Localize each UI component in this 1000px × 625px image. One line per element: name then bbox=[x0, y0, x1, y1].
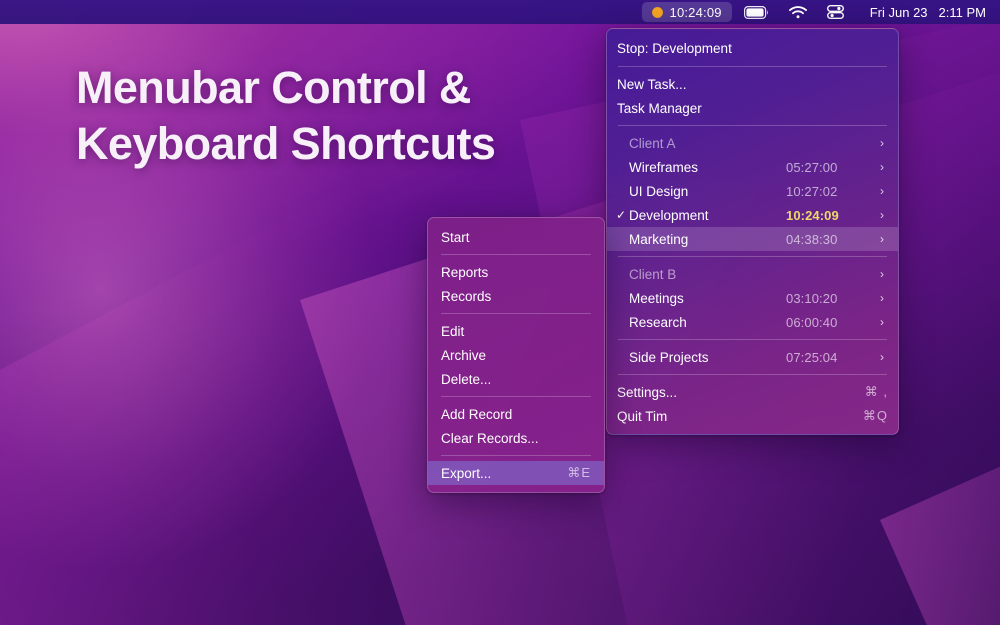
menu-item-label: Stop: Development bbox=[617, 40, 732, 56]
chevron-right-icon: › bbox=[880, 208, 884, 222]
menu-item-task-research[interactable]: Research 06:00:40 › bbox=[607, 310, 898, 334]
page-title: Menubar Control & Keyboard Shortcuts bbox=[76, 60, 636, 173]
task-elapsed-time: 10:24:09 bbox=[786, 207, 839, 223]
menu-separator bbox=[618, 66, 887, 67]
task-elapsed-time: 06:00:40 bbox=[786, 314, 838, 330]
page-title-line-1: Menubar Control & bbox=[76, 62, 471, 113]
chevron-right-icon: › bbox=[880, 184, 884, 198]
task-elapsed-time: 03:10:20 bbox=[786, 290, 838, 306]
menu-item-label: Clear Records... bbox=[441, 430, 539, 446]
menu-group-label: Client B bbox=[629, 266, 677, 282]
page-title-line-2: Keyboard Shortcuts bbox=[76, 118, 496, 170]
menu-separator bbox=[441, 396, 591, 397]
menubar-timer-label: 10:24:09 bbox=[669, 4, 722, 20]
menubar-time-label: 2:11 PM bbox=[938, 4, 986, 20]
menu-group-label: Client A bbox=[629, 135, 676, 151]
context-menu-item-export[interactable]: Export... ⌘E bbox=[428, 461, 604, 485]
menubar-clock[interactable]: Fri Jun 23 2:11 PM bbox=[870, 5, 986, 20]
menu-item-task-ui-design[interactable]: UI Design 10:27:02 › bbox=[607, 179, 898, 203]
menu-item-stop-development[interactable]: Stop: Development bbox=[607, 35, 898, 61]
menu-item-label: Research bbox=[629, 314, 687, 330]
menu-item-label: Archive bbox=[441, 347, 487, 363]
menu-item-settings[interactable]: Settings... ⌘ , bbox=[607, 380, 898, 404]
menu-separator bbox=[441, 455, 591, 456]
menu-item-label: Start bbox=[441, 229, 470, 245]
task-elapsed-time: 07:25:04 bbox=[786, 349, 838, 365]
menu-item-label: Delete... bbox=[441, 371, 492, 387]
chevron-right-icon: › bbox=[880, 136, 884, 150]
chevron-right-icon: › bbox=[880, 315, 884, 329]
menu-item-label: Add Record bbox=[441, 406, 513, 422]
context-menu-item-archive[interactable]: Archive bbox=[428, 343, 604, 367]
battery-icon[interactable] bbox=[743, 5, 769, 19]
menu-separator bbox=[441, 313, 591, 314]
context-menu-item-start[interactable]: Start bbox=[428, 225, 604, 249]
menubar-dropdown-menu: Stop: Development New Task... Task Manag… bbox=[606, 28, 899, 435]
keyboard-shortcut: ⌘ , bbox=[864, 384, 888, 399]
menu-item-task-manager[interactable]: Task Manager bbox=[607, 96, 898, 120]
menu-item-label: Records bbox=[441, 288, 492, 304]
menu-item-label: UI Design bbox=[629, 183, 689, 199]
menu-separator bbox=[441, 254, 591, 255]
chevron-right-icon: › bbox=[880, 160, 884, 174]
menu-item-label: Reports bbox=[441, 264, 489, 280]
chevron-right-icon: › bbox=[880, 232, 884, 246]
context-menu-item-edit[interactable]: Edit bbox=[428, 319, 604, 343]
menu-item-label: Edit bbox=[441, 323, 465, 339]
menubar-date-label: Fri Jun 23 bbox=[869, 4, 928, 20]
menu-separator bbox=[618, 339, 887, 340]
context-menu-item-records[interactable]: Records bbox=[428, 284, 604, 308]
macos-menubar: 10:24:09 Fri Jun 23 2:11 PM bbox=[0, 0, 1000, 24]
menu-item-label: Settings... bbox=[617, 384, 678, 400]
menu-item-label: Development bbox=[629, 207, 709, 223]
task-elapsed-time: 05:27:00 bbox=[786, 159, 838, 175]
context-menu-item-delete[interactable]: Delete... bbox=[428, 367, 604, 391]
context-menu-item-add-record[interactable]: Add Record bbox=[428, 402, 604, 426]
control-center-icon[interactable] bbox=[826, 5, 844, 19]
menu-item-label: Marketing bbox=[629, 231, 689, 247]
menu-item-task-marketing[interactable]: Marketing 04:38:30 › bbox=[607, 227, 898, 251]
keyboard-shortcut: ⌘E bbox=[567, 465, 591, 480]
menu-item-quit[interactable]: Quit Tim ⌘Q bbox=[607, 404, 898, 428]
menu-item-task-development[interactable]: ✓ Development 10:24:09 › bbox=[607, 203, 898, 227]
menu-separator bbox=[618, 125, 887, 126]
recording-dot-icon bbox=[651, 6, 663, 18]
menu-item-label: Side Projects bbox=[629, 349, 709, 365]
chevron-right-icon: › bbox=[880, 291, 884, 305]
menu-item-label: Quit Tim bbox=[617, 408, 668, 424]
menu-item-task-wireframes[interactable]: Wireframes 05:27:00 › bbox=[607, 155, 898, 179]
menu-separator bbox=[618, 374, 887, 375]
keyboard-shortcut: ⌘Q bbox=[862, 408, 888, 423]
wifi-icon[interactable] bbox=[788, 5, 807, 19]
menu-item-label: Wireframes bbox=[629, 159, 699, 175]
context-menu-item-reports[interactable]: Reports bbox=[428, 260, 604, 284]
menu-group-header-client-a[interactable]: Client A › bbox=[607, 131, 898, 155]
menubar-timer-item[interactable]: 10:24:09 bbox=[641, 2, 732, 22]
task-elapsed-time: 04:38:30 bbox=[786, 231, 838, 247]
context-menu: Start Reports Records Edit Archive Delet… bbox=[427, 217, 605, 493]
context-menu-item-clear-records[interactable]: Clear Records... bbox=[428, 426, 604, 450]
chevron-right-icon: › bbox=[880, 267, 884, 281]
menu-item-label: New Task... bbox=[617, 76, 687, 92]
menu-item-task-meetings[interactable]: Meetings 03:10:20 › bbox=[607, 286, 898, 310]
menu-separator bbox=[618, 256, 887, 257]
menu-item-side-projects[interactable]: Side Projects 07:25:04 › bbox=[607, 345, 898, 369]
menu-item-label: Export... bbox=[441, 465, 492, 481]
menu-group-header-client-b[interactable]: Client B › bbox=[607, 262, 898, 286]
checkmark-icon: ✓ bbox=[616, 208, 627, 222]
task-elapsed-time: 10:27:02 bbox=[786, 183, 838, 199]
menu-item-new-task[interactable]: New Task... bbox=[607, 72, 898, 96]
menu-item-label: Meetings bbox=[629, 290, 684, 306]
chevron-right-icon: › bbox=[880, 350, 884, 364]
menu-item-label: Task Manager bbox=[617, 100, 702, 116]
